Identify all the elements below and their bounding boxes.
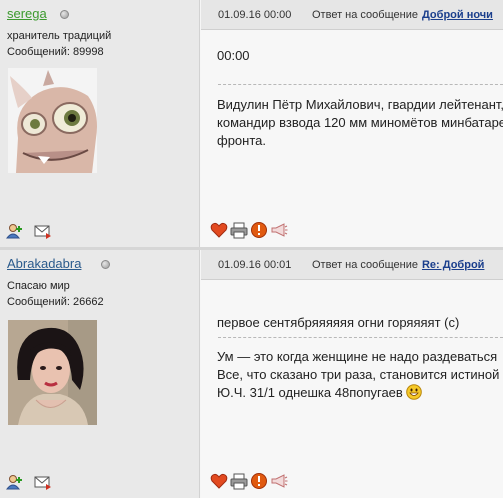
- like-heart-icon[interactable]: [210, 221, 228, 239]
- post-content-panel: 01.09.16 00:01 Ответ на сообщение Re: Доб…: [201, 250, 503, 498]
- megaphone-icon[interactable]: [270, 221, 288, 239]
- signature-line: Ум — это когда женщине не надо раздевать…: [217, 349, 498, 364]
- author-username[interactable]: Abrakadabra: [7, 256, 81, 271]
- signature: Ум — это когда женщине не надо раздевать…: [217, 348, 499, 402]
- signature-line: Видулин Пётр Михайлович, гвардии лейтена…: [217, 97, 503, 112]
- report-warning-icon[interactable]: [250, 472, 268, 490]
- reply-info: Ответ на сообщение Доброй ночи: [312, 9, 493, 21]
- post-content-panel: 01.09.16 00:00 Ответ на сообщение Доброй …: [201, 0, 503, 247]
- post-header: 01.09.16 00:00 Ответ на сообщение Доброй …: [201, 0, 503, 30]
- signature-divider: [218, 84, 503, 85]
- send-message-icon[interactable]: [34, 474, 52, 490]
- offline-status-icon: [60, 10, 69, 19]
- post-timestamp: 01.09.16 00:01: [218, 259, 292, 271]
- post-actions: [210, 221, 288, 239]
- signature-line: Ю.Ч. 31/1 однешка 48попугаев: [217, 384, 499, 402]
- signature-text: Ю.Ч. 31/1 однешка 48попугаев: [217, 385, 403, 400]
- signature-line: Все, что сказано три раза, становится ис…: [217, 367, 500, 382]
- print-icon[interactable]: [230, 221, 248, 239]
- post-timestamp: 01.09.16 00:00: [218, 9, 292, 21]
- megaphone-icon[interactable]: [270, 472, 288, 490]
- avatar: [8, 68, 97, 173]
- like-heart-icon[interactable]: [210, 472, 228, 490]
- reply-link[interactable]: Re: Доброй: [422, 259, 484, 271]
- author-message-count: Сообщений: 89998: [7, 46, 104, 58]
- post-header: 01.09.16 00:01 Ответ на сообщение Re: Доб…: [201, 250, 503, 280]
- signature-line: командир взвода 120 мм миномётов минбата…: [217, 115, 503, 130]
- post-author-panel: serega хранитель традиций Сообщений: 899…: [0, 0, 200, 247]
- post-author-panel: Abrakadabra Спасаю мир Сообщений: 26662: [0, 250, 200, 498]
- reply-prefix: Ответ на сообщение: [312, 259, 418, 271]
- offline-status-icon: [101, 260, 110, 269]
- author-rank: хранитель традиций: [7, 30, 112, 42]
- forum-post: serega хранитель традиций Сообщений: 899…: [0, 0, 503, 247]
- user-actions: [6, 223, 52, 239]
- send-message-icon[interactable]: [34, 223, 52, 239]
- author-username[interactable]: serega: [7, 6, 47, 21]
- signature-divider: [218, 337, 503, 338]
- post-actions: [210, 472, 288, 490]
- grin-smiley-icon: [406, 384, 422, 400]
- report-warning-icon[interactable]: [250, 221, 268, 239]
- forum-post: Abrakadabra Спасаю мир Сообщений: 26662: [0, 250, 503, 498]
- add-friend-icon[interactable]: [6, 223, 24, 239]
- reply-link[interactable]: Доброй ночи: [422, 9, 493, 21]
- author-message-count: Сообщений: 26662: [7, 296, 104, 308]
- post-body: первое сентябряяяяяя огни горяяяят (с): [217, 315, 460, 330]
- signature-line: фронта.: [217, 133, 266, 148]
- avatar: [8, 320, 97, 425]
- post-body: 00:00: [217, 48, 250, 63]
- reply-info: Ответ на сообщение Re: Доброй: [312, 259, 484, 271]
- reply-prefix: Ответ на сообщение: [312, 9, 418, 21]
- author-rank: Спасаю мир: [7, 280, 70, 292]
- user-actions: [6, 474, 52, 490]
- add-friend-icon[interactable]: [6, 474, 24, 490]
- print-icon[interactable]: [230, 472, 248, 490]
- signature: Видулин Пётр Михайлович, гвардии лейтена…: [217, 96, 503, 150]
